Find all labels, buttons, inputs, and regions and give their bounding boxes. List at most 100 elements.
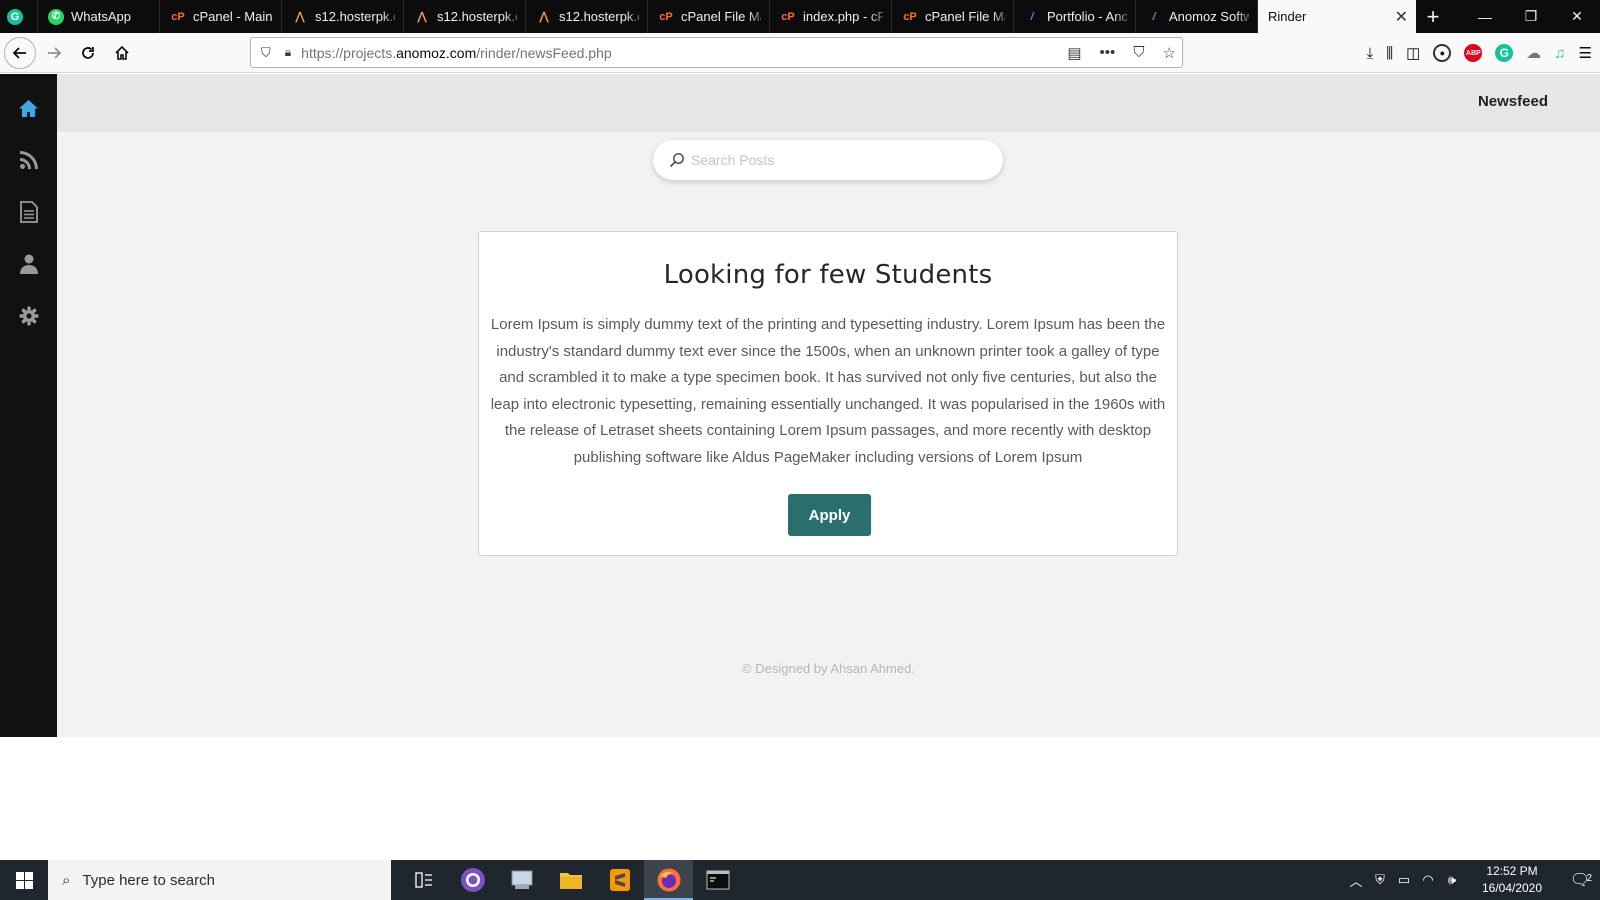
control-panel-icon [511, 870, 532, 889]
taskbar-app-file-explorer[interactable] [546, 860, 595, 900]
browser-navbar: ⛉ 🔒︎ https://projects.anomoz.com/rinder/… [0, 33, 1600, 73]
url-text[interactable]: https://projects.anomoz.com/rinder/newsF… [301, 45, 612, 61]
terminal-icon [706, 870, 729, 890]
tab-whatsapp[interactable]: ✆ WhatsApp [38, 0, 160, 33]
task-view-button[interactable] [399, 860, 448, 900]
taskbar-app-terminal[interactable] [693, 860, 742, 900]
taskbar-app-firefox[interactable] [644, 860, 693, 900]
window-controls: — ❐ ✕ [1462, 0, 1600, 33]
sidebar-toggle-icon[interactable]: ◫ [1406, 44, 1420, 62]
lock-icon[interactable]: 🔒︎ [285, 45, 291, 60]
server-icon: ⋀ [539, 11, 549, 23]
windows-taskbar: ⌕ Type here to search ︿ ⛨ ▭ ◠ 🕪︎ 12:52 P… [0, 860, 1600, 900]
sidebar-item-feed[interactable] [0, 134, 57, 186]
forward-button[interactable] [38, 37, 70, 69]
web-page: Newsfeed Looking for few Students Lorem … [0, 74, 1600, 737]
server-icon: ⋀ [295, 11, 305, 23]
search-icon: ⌕ [62, 871, 71, 889]
sidebar-item-documents[interactable] [0, 186, 57, 238]
firefox-icon [657, 868, 680, 892]
apply-button[interactable]: Apply [788, 494, 871, 536]
url-path: /rinder/newsFeed.php [476, 44, 612, 61]
minimize-icon[interactable]: — [1462, 0, 1508, 33]
taskbar-app-discord[interactable] [448, 860, 497, 900]
page-title[interactable]: Newsfeed [1478, 93, 1548, 110]
address-bar[interactable]: ⛉ 🔒︎ https://projects.anomoz.com/rinder/… [250, 37, 1183, 68]
action-center-button[interactable]: 🗨︎ 2 [1560, 870, 1600, 890]
home-button[interactable] [106, 37, 138, 69]
home-outline-icon [115, 45, 129, 60]
search-posts-box[interactable] [653, 140, 1003, 180]
reload-button[interactable] [72, 37, 104, 69]
discord-app-icon [460, 868, 485, 892]
battery-icon[interactable]: ▭ [1392, 872, 1416, 888]
sidebar-item-settings[interactable] [0, 290, 57, 342]
clock-date: 16/04/2020 [1481, 881, 1543, 895]
taskbar-search-placeholder: Type here to search [82, 871, 215, 889]
post-title: Looking for few Students [663, 260, 993, 290]
app-header: Newsfeed [57, 74, 1600, 132]
restore-icon[interactable]: ❐ [1508, 0, 1554, 33]
post-body: Lorem Ipsum is simply dummy text of the … [490, 316, 1166, 466]
more-actions-icon[interactable]: ••• [1100, 44, 1116, 61]
app-sidebar [0, 74, 57, 737]
tab-rinder-active[interactable]: Rinder ✕ [1258, 0, 1416, 33]
server-icon: ⋀ [417, 11, 427, 23]
cpanel-icon: cP [781, 10, 795, 23]
close-tab-icon[interactable]: ✕ [1395, 7, 1408, 27]
reader-view-icon[interactable]: ▤ [1067, 44, 1081, 62]
search-input[interactable] [691, 152, 971, 168]
back-button[interactable] [4, 36, 36, 69]
system-tray: ︿ ⛨ ▭ ◠ 🕪︎ 12:52 PM 16/04/2020 🗨︎ 2 [1344, 860, 1600, 900]
taskbar-clock[interactable]: 12:52 PM 16/04/2020 [1470, 863, 1554, 897]
adblock-icon[interactable]: ABP [1464, 44, 1483, 62]
footer-credit: © Designed by Ahsan Ahmed. [742, 661, 915, 676]
volume-icon[interactable]: 🕪︎ [1440, 872, 1464, 888]
tab-anomoz[interactable]: / Anomoz Softw [1136, 0, 1258, 33]
start-button[interactable] [0, 860, 48, 900]
wifi-icon[interactable]: ◠ [1416, 872, 1440, 888]
pocket-icon[interactable]: ⛉ [1133, 44, 1144, 61]
tab-pinned-grammarly[interactable]: G [0, 0, 38, 33]
menu-hamburger-icon[interactable]: ☰ [1579, 44, 1592, 62]
windows-logo-icon [15, 871, 33, 889]
arrow-left-icon [12, 46, 26, 59]
settings-gear-icon [19, 306, 38, 326]
taskbar-pinned-apps [399, 860, 742, 900]
music-extension-icon[interactable]: ♫ [1554, 45, 1565, 62]
tab-hoster-1[interactable]: ⋀ s12.hosterpk.co [282, 0, 404, 33]
bookmark-star-icon[interactable]: ☆ [1163, 44, 1176, 62]
anomoz-icon: / [1030, 10, 1034, 23]
cpanel-icon: cP [903, 10, 917, 23]
tab-hoster-3[interactable]: ⋀ s12.hosterpk.co [526, 0, 648, 33]
sidebar-item-home[interactable] [0, 82, 57, 134]
close-window-icon[interactable]: ✕ [1554, 0, 1600, 33]
show-hidden-icons-icon[interactable]: ︿ [1344, 871, 1368, 890]
tab-hoster-2[interactable]: ⋀ s12.hosterpk.co [404, 0, 526, 33]
taskbar-search-box[interactable]: ⌕ Type here to search [48, 860, 391, 900]
new-tab-button[interactable]: + [1416, 0, 1450, 33]
grammarly-extension-icon[interactable]: G [1495, 44, 1514, 62]
account-icon[interactable]: ● [1433, 44, 1452, 62]
tab-cpanel-main[interactable]: cP cPanel - Main [160, 0, 282, 33]
taskbar-app-sublime[interactable] [595, 860, 644, 900]
rss-feed-icon [19, 151, 38, 169]
arrow-right-icon [48, 46, 62, 59]
grammarly-icon: G [7, 8, 23, 25]
cpanel-icon: cP [171, 10, 185, 23]
tab-cpanel-files-2[interactable]: cP cPanel File Mar [892, 0, 1014, 33]
download-icon[interactable]: ⤓ [1367, 45, 1374, 62]
user-icon [19, 254, 38, 274]
extension-icon[interactable]: ☁ [1526, 44, 1541, 62]
folder-icon [559, 873, 582, 889]
library-icon[interactable]: ⫼ [1386, 45, 1393, 62]
tab-index-php[interactable]: cP index.php - cP [770, 0, 892, 33]
tracking-shield-icon[interactable]: ⛉ [261, 45, 271, 61]
tab-portfolio[interactable]: / Portfolio - Ano [1014, 0, 1136, 33]
sidebar-item-profile[interactable] [0, 238, 57, 290]
cpanel-icon: cP [659, 10, 673, 23]
search-icon [669, 153, 684, 168]
taskbar-app-explorer-settings[interactable] [497, 860, 546, 900]
tab-cpanel-files-1[interactable]: cP cPanel File Mar [648, 0, 770, 33]
security-icon[interactable]: ⛨ [1368, 872, 1392, 888]
